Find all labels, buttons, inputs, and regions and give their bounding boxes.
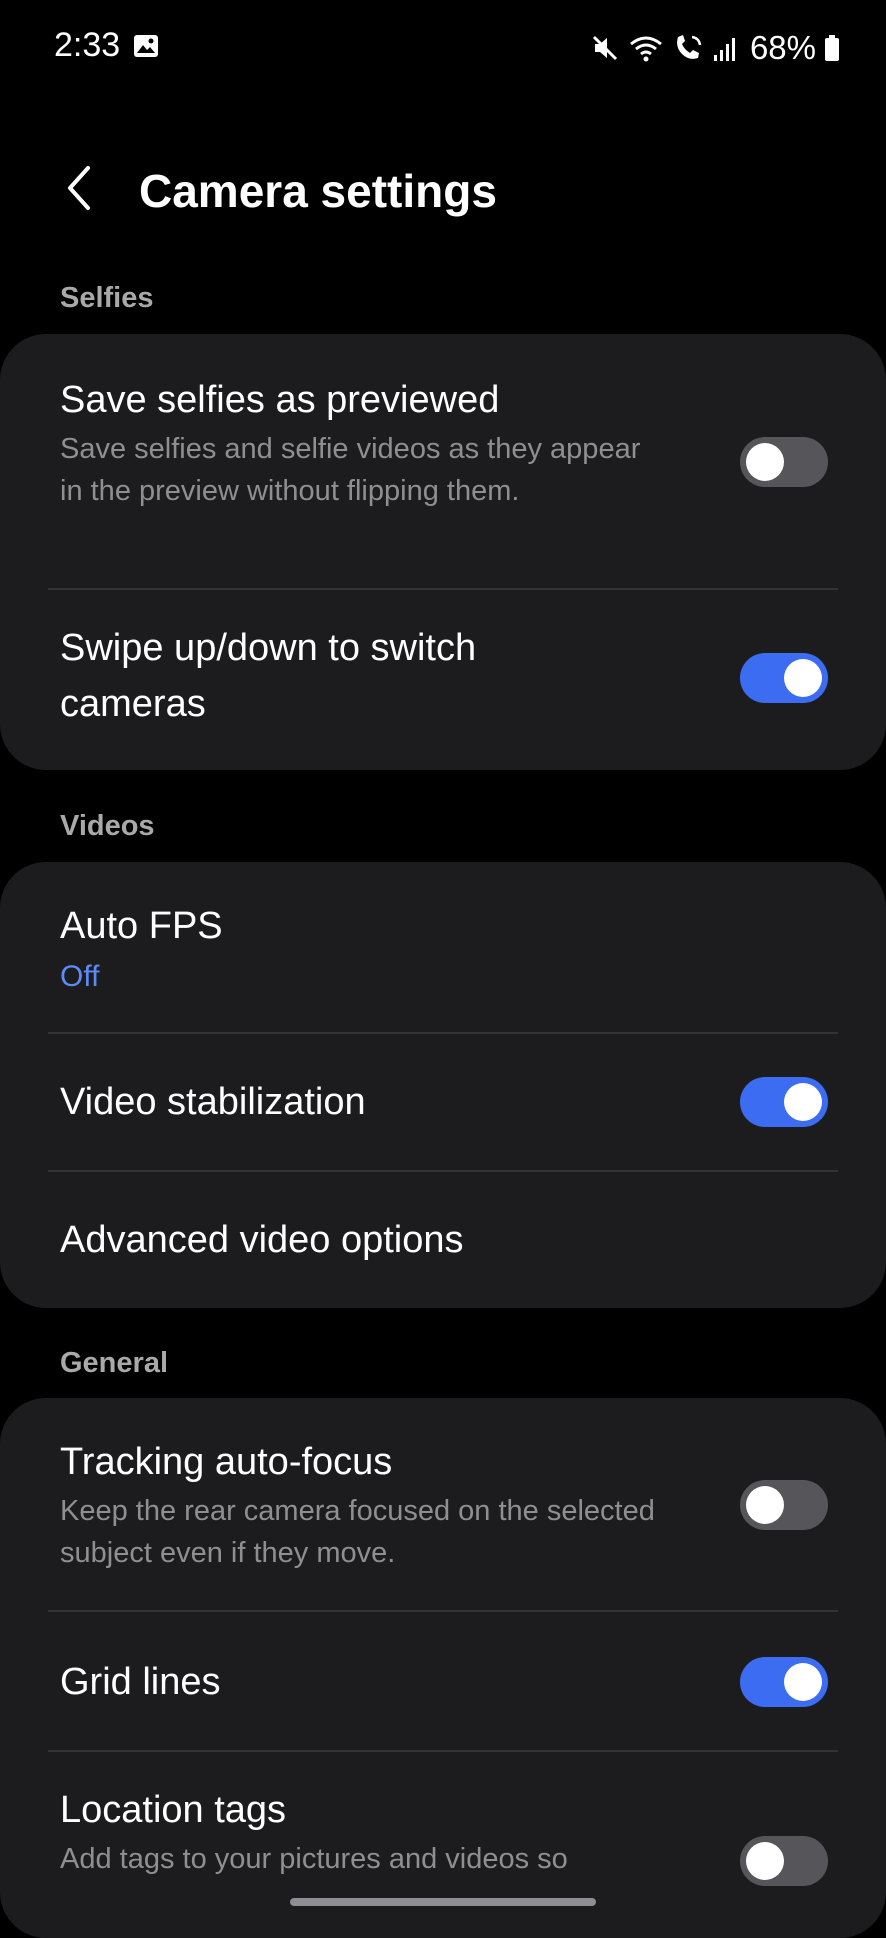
section-label-videos: Videos	[60, 810, 155, 842]
toggle-knob	[784, 1083, 822, 1121]
setting-row-video-stabilization[interactable]: Video stabilization	[0, 1034, 886, 1172]
setting-title: Auto FPS	[60, 905, 223, 947]
gallery-icon	[133, 34, 159, 58]
toggle-knob	[746, 1486, 784, 1524]
setting-row-advanced-video[interactable]: Advanced video options	[0, 1172, 886, 1308]
battery-icon	[824, 34, 840, 62]
setting-title: Tracking auto-focus	[60, 1441, 393, 1483]
signal-icon	[712, 33, 738, 63]
setting-description: Save selfies and selfie videos as they a…	[60, 433, 641, 507]
section-label-general: General	[60, 1347, 168, 1379]
setting-description: Keep the rear camera focused on the sele…	[60, 1495, 655, 1569]
mute-icon	[590, 33, 620, 63]
swipe-switch-toggle[interactable]	[740, 653, 828, 703]
setting-title: Advanced video options	[60, 1219, 464, 1261]
setting-row-save-selfies[interactable]: Save selfies as previewed Save selfies a…	[0, 334, 886, 590]
location-tags-toggle[interactable]	[740, 1836, 828, 1886]
general-card: Tracking auto-focus Keep the rear camera…	[0, 1398, 886, 1938]
setting-row-grid-lines[interactable]: Grid lines	[0, 1612, 886, 1752]
setting-title: Video stabilization	[60, 1081, 366, 1123]
toggle-knob	[784, 1663, 822, 1701]
home-indicator[interactable]	[290, 1898, 596, 1906]
status-bar: 2:33 68%	[0, 0, 886, 95]
toggle-knob	[746, 443, 784, 481]
tracking-af-toggle[interactable]	[740, 1480, 828, 1530]
video-stabilization-toggle[interactable]	[740, 1077, 828, 1127]
save-selfies-toggle[interactable]	[740, 437, 828, 487]
app-header: Camera settings	[0, 150, 886, 232]
grid-lines-toggle[interactable]	[740, 1657, 828, 1707]
setting-title: Grid lines	[60, 1661, 221, 1703]
videos-card: Auto FPS Off Video stabilization Advance…	[0, 862, 886, 1308]
toggle-knob	[746, 1842, 784, 1880]
setting-row-tracking-af[interactable]: Tracking auto-focus Keep the rear camera…	[0, 1398, 886, 1612]
setting-row-location-tags[interactable]: Location tags Add tags to your pictures …	[0, 1752, 886, 1938]
selfies-card: Save selfies as previewed Save selfies a…	[0, 334, 886, 770]
setting-description: Add tags to your pictures and videos so	[60, 1843, 568, 1875]
setting-row-auto-fps[interactable]: Auto FPS Off	[0, 862, 886, 1034]
setting-title: Save selfies as previewed	[60, 379, 500, 421]
section-label-selfies: Selfies	[60, 282, 154, 314]
toggle-knob	[784, 659, 822, 697]
chevron-left-icon	[64, 164, 94, 217]
setting-row-swipe-switch[interactable]: Swipe up/down to switch cameras	[0, 590, 886, 770]
setting-title: Location tags	[60, 1789, 287, 1831]
battery-percent: 68%	[749, 29, 816, 66]
status-icons: 68%	[590, 26, 840, 70]
wifi-calling-icon	[672, 33, 704, 63]
page-title: Camera settings	[139, 165, 497, 217]
setting-value: Off	[60, 960, 100, 993]
wifi-icon	[628, 33, 664, 63]
back-button[interactable]	[52, 160, 106, 220]
status-time: 2:33	[54, 26, 121, 64]
setting-title: Swipe up/down to switch cameras	[60, 627, 477, 725]
